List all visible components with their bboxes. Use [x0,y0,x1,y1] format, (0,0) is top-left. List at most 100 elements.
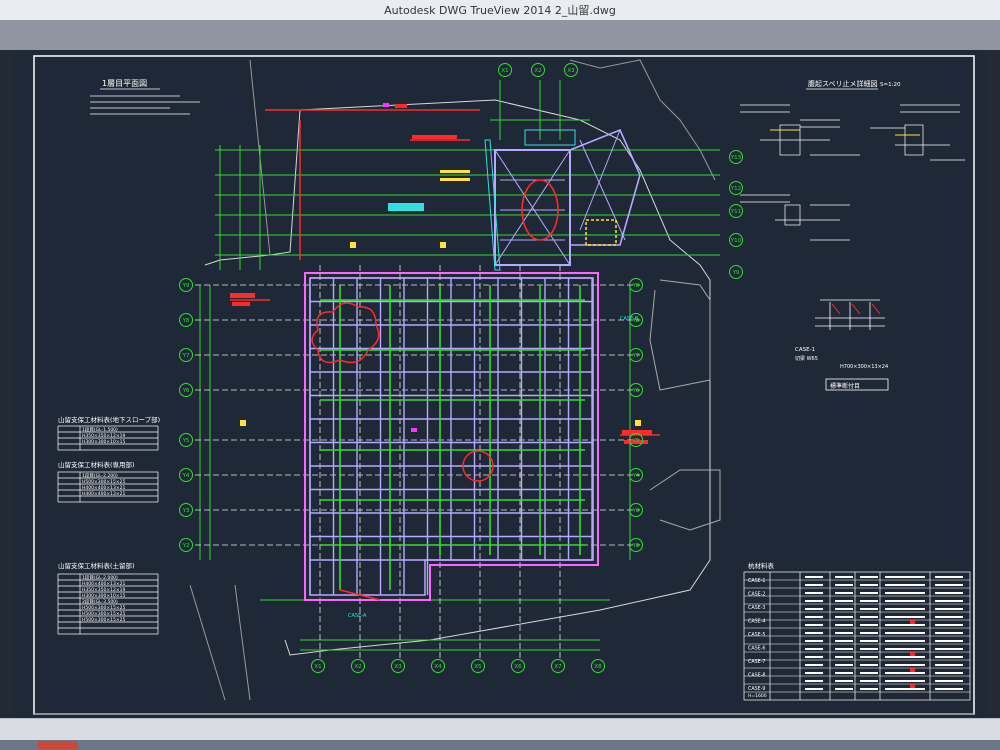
material-cell-text [835,688,853,690]
material-cell-text [835,624,853,626]
ribbon-toolbar [0,20,1000,50]
material-cell-text [805,672,823,674]
grid-bubble-label: Y12 [730,186,741,192]
material-cell-text [805,592,823,594]
main-table-title: 山留支保工材料表(専用部) [58,460,135,469]
material-cell-text [860,632,878,634]
left-panel [0,50,14,718]
material-cell-text [885,656,925,658]
material-cell-text [860,600,878,602]
grid-bubble-label: Y2 [182,543,190,549]
grid-bubble-label: Y9 [632,283,640,289]
land-row1: H400×400×13×21 [82,581,125,587]
material-row-label: CASE-1 [748,578,766,584]
material-cell-text [935,576,963,578]
grid-bubble-label: Y13 [730,155,742,161]
grid-bubble-label: Y8 [182,318,190,324]
case-label: CASE-1 [795,347,815,353]
material-row-label: CASE-2 [748,592,766,598]
grid-bubble-label: Y10 [730,238,742,244]
grid-bubble-label: X8 [594,664,602,670]
grid-bubble-label: X2 [354,664,361,670]
grid-bubble-label: Y7 [182,353,190,359]
material-cell-text [835,664,853,666]
material-cell-text [835,592,853,594]
grid-bubble-label: Y11 [730,209,741,215]
cyan-block [388,203,424,211]
grid-bubble-label: Y4 [632,473,640,479]
material-cell-text [805,656,823,658]
grid-bubble-label: Y4 [182,473,190,479]
land-row2: H350×350×12×19 [82,587,125,593]
material-cell-text [835,680,853,682]
plan-title: 1層目平面図 [102,79,147,88]
material-cell-text [935,584,963,586]
case-b-label: CASE-B [620,316,639,322]
material-cell-text [835,616,853,618]
material-cell-text [860,576,878,578]
grid-bubble-label: Y5 [632,438,640,444]
land-row4: H500×300×15×25 [82,605,125,611]
material-cell-text [805,688,823,690]
main-row1: H500×300×15×25 [82,479,125,485]
material-cell-text [860,584,878,586]
material-row-label: CASE-8 [748,673,766,679]
material-cell-text [935,648,963,650]
main-row2: H400×400×13×21 [82,485,125,491]
material-cell-text [935,672,963,674]
grid-bubble-label: Y6 [182,388,190,394]
case-row1: 切梁 W65 [795,355,818,362]
material-cell-text [860,608,878,610]
material-cell-text [805,624,823,626]
grid-bubble-label: X2 [534,68,541,74]
material-cell-text [935,680,963,682]
material-cell-text [860,688,878,690]
grid-bubble-label: Y6 [632,388,640,394]
grid-bubble-label: X4 [434,664,442,670]
detail-scale: S=1:20 [880,82,901,88]
material-last-row: H=1600 [748,693,767,699]
material-cell-text [935,592,963,594]
material-cell-text [835,672,853,674]
material-cell-text [805,648,823,650]
material-row-label: CASE-9 [748,686,766,692]
material-cell-text [860,624,878,626]
material-title: 杭材料表 [748,561,775,570]
main-table-head: 1段目(GL-2.200) [82,472,118,479]
material-cell-text [860,640,878,642]
drawing-canvas[interactable]: Y9Y8Y7Y6Y5Y4Y3Y2 Y9Y8Y7Y6Y5Y4Y3Y2 X1 X2 X3… [14,50,986,718]
material-cell-text [885,608,925,610]
title-bar: Autodesk DWG TrueView 2014 2_山留.dwg [0,0,1000,21]
grid-bubble-label: Y2 [632,543,640,549]
material-cell-text [935,664,963,666]
material-cell-text [835,584,853,586]
land-table-head1: 1段目(GL-2.000) [82,574,118,581]
material-cell-text [835,656,853,658]
material-row-label: CASE-7 [748,659,766,665]
material-cell-text [885,584,925,586]
material-cell-text [885,672,925,674]
material-cell-text [885,680,925,682]
grid-bubble-label: X3 [394,664,402,670]
material-cell-text [860,592,878,594]
material-row-label: CASE-6 [748,646,766,652]
taskbar-app-button[interactable] [38,741,78,749]
material-cell-text [835,576,853,578]
material-cell-text [835,648,853,650]
grid-bubble-label: X7 [554,664,562,670]
case-a-label: CASE-A [348,613,367,619]
material-cell-text [885,624,925,626]
slope-table-head: 1段目(GL-1.500) [82,426,118,433]
material-cell-text [885,632,925,634]
material-cell-text [885,616,925,618]
slope-row2: H300×300×10×15 [82,439,125,445]
material-row-labels: CASE-1 CASE-2 CASE-3 CASE-4 CASE-5 CASE-6 CASE… [748,578,766,692]
material-cell-text [885,576,925,578]
grid-bubble-label: Y9 [732,270,740,276]
land-row6: H500×300×15×25 [82,617,125,623]
land-row3: H300×300×10×15 [82,593,125,599]
material-cell-text [835,600,853,602]
material-cell-text [835,640,853,642]
material-cell-text [860,616,878,618]
material-cell-text [935,600,963,602]
